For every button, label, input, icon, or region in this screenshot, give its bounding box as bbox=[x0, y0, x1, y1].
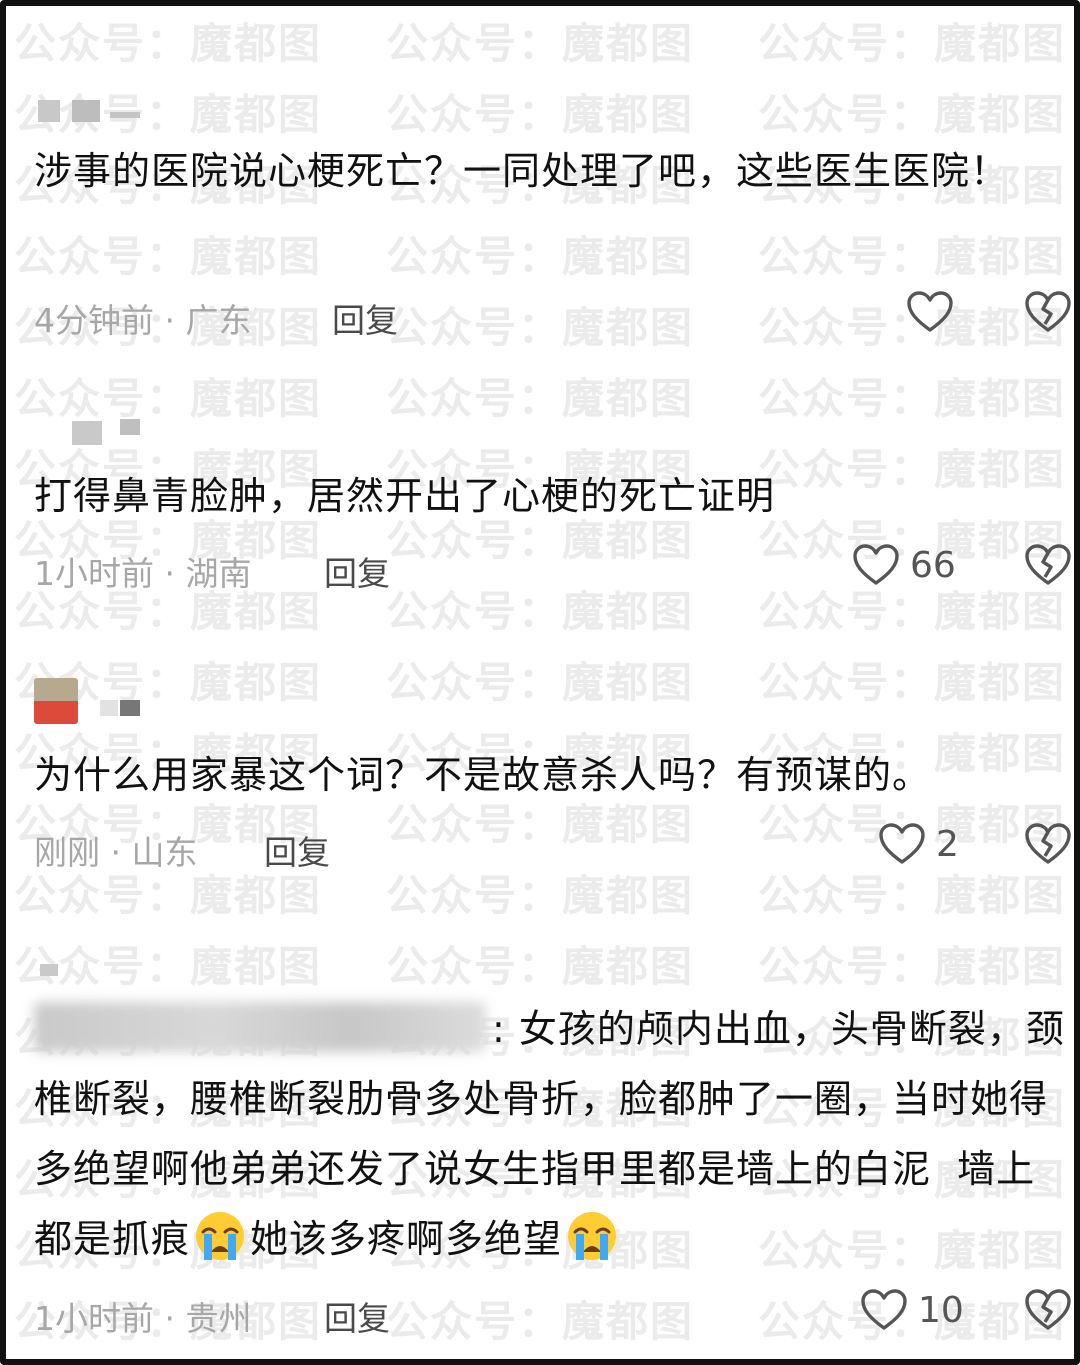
watermark-text: 公众号：魔都图 bbox=[386, 871, 695, 920]
watermark-text: 公众号：魔都图 bbox=[758, 90, 1067, 139]
watermark-text: 公众号：魔都图 bbox=[14, 19, 323, 68]
comment-meta: 4分钟前 · 广东 bbox=[34, 294, 251, 342]
comment-time: 4分钟前 bbox=[34, 301, 154, 340]
watermark-text: 公众号：魔都图 bbox=[14, 374, 323, 423]
watermark-text: 公众号：魔都图 bbox=[386, 1359, 694, 1365]
watermark-text: 公众号：魔都图 bbox=[14, 232, 323, 281]
like-button[interactable]: 10 bbox=[860, 1288, 964, 1332]
watermark-text: 公众号：魔都图 bbox=[758, 942, 1067, 991]
heart-outline-icon bbox=[853, 544, 899, 585]
watermark-text: 公众号：魔都图 bbox=[386, 19, 695, 68]
like-count: 10 bbox=[918, 1289, 964, 1331]
meta-separator: · bbox=[154, 554, 186, 593]
comment-text: 打得鼻青脸肿，居然开出了心梗的死亡证明 bbox=[34, 474, 776, 518]
watermark-text: 公众号：魔都图 bbox=[758, 587, 1067, 636]
meta-separator: · bbox=[154, 301, 186, 340]
reply-button[interactable]: 回复 bbox=[324, 547, 390, 595]
comment-time: 1小时前 bbox=[34, 554, 154, 593]
watermark-text: 公众号：魔都图 bbox=[758, 1359, 1066, 1365]
watermark-text: 公众号：魔都图 bbox=[758, 374, 1067, 423]
comment-location: 山东 bbox=[131, 833, 198, 872]
like-button[interactable]: 66 bbox=[852, 543, 956, 587]
watermark-text: 公众号：魔都图 bbox=[14, 942, 323, 991]
watermark-text: 公众号：魔都图 bbox=[386, 90, 695, 139]
comment-meta: 1小时前 · 湖南 bbox=[34, 547, 251, 595]
comment-text-part: 她该多疼啊多绝望 bbox=[250, 1217, 563, 1261]
watermark-text: 公众号：魔都图 bbox=[386, 374, 695, 423]
comment-text: 涉事的医院说心梗死亡？一同处理了吧，这些医生医院！ bbox=[34, 149, 1010, 193]
comment-meta: 1小时前 · 贵州 bbox=[34, 1292, 251, 1340]
reply-button[interactable]: 回复 bbox=[264, 826, 330, 874]
meta-separator: · bbox=[100, 833, 132, 872]
comment-text: 为什么用家暴这个词？不是故意杀人吗？有预谋的。 bbox=[34, 753, 932, 797]
comment-text: : 女孩的颅内出血，头骨断裂，颈椎断裂，腰椎断裂肋骨多处骨折，脸都肿了一圈，当时… bbox=[34, 994, 1068, 1274]
reply-button[interactable]: 回复 bbox=[324, 1292, 390, 1340]
comment-location: 广东 bbox=[185, 301, 252, 340]
avatar bbox=[34, 678, 78, 724]
watermark-text: 公众号：魔都图 bbox=[386, 942, 695, 991]
like-button[interactable] bbox=[906, 290, 954, 334]
broken-heart-icon[interactable] bbox=[1024, 543, 1072, 587]
heart-outline-icon bbox=[907, 291, 953, 332]
watermark-text: 公众号：魔都图 bbox=[386, 303, 695, 352]
watermark-text: 公众号：魔都图 bbox=[14, 1359, 322, 1365]
watermark-text: 公众号：魔都图 bbox=[758, 658, 1067, 707]
comment-location: 湖南 bbox=[185, 554, 252, 593]
watermark-text: 公众号：魔都图 bbox=[14, 90, 323, 139]
watermark-text: 公众号：魔都图 bbox=[386, 587, 695, 636]
watermark-text: 公众号：魔都图 bbox=[386, 232, 695, 281]
comment-time: 刚刚 bbox=[34, 833, 100, 872]
heart-outline-icon bbox=[861, 1289, 907, 1330]
watermark-text: 公众号：魔都图 bbox=[758, 871, 1067, 920]
watermark-text: 公众号：魔都图 bbox=[758, 19, 1067, 68]
meta-separator: · bbox=[154, 1299, 186, 1338]
watermark-text: 公众号：魔都图 bbox=[758, 232, 1067, 281]
watermark-text: 公众号：魔都图 bbox=[386, 1297, 695, 1346]
like-button[interactable]: 2 bbox=[878, 822, 959, 866]
crying-face-emoji-icon bbox=[568, 1212, 617, 1260]
like-count: 2 bbox=[936, 823, 959, 865]
comment-meta: 刚刚 · 山东 bbox=[34, 826, 197, 874]
like-count: 66 bbox=[910, 544, 956, 586]
blurred-reply-target bbox=[34, 1002, 486, 1052]
crying-face-emoji-icon bbox=[196, 1212, 245, 1260]
watermark-text: 公众号：魔都图 bbox=[386, 658, 695, 707]
broken-heart-icon[interactable] bbox=[1024, 822, 1072, 866]
comment-screenshot: 公众号：魔都图 公众号：魔都图 公众号：魔都图 公众号：魔都图 公众号：魔都图 公众号：魔… bbox=[0, 0, 1080, 1365]
heart-outline-icon bbox=[879, 823, 925, 864]
comment-time: 1小时前 bbox=[34, 1299, 154, 1338]
broken-heart-icon[interactable] bbox=[1024, 290, 1072, 334]
comment-location: 贵州 bbox=[185, 1299, 252, 1338]
broken-heart-icon[interactable] bbox=[1024, 1288, 1072, 1332]
reply-button[interactable]: 回复 bbox=[332, 294, 398, 342]
